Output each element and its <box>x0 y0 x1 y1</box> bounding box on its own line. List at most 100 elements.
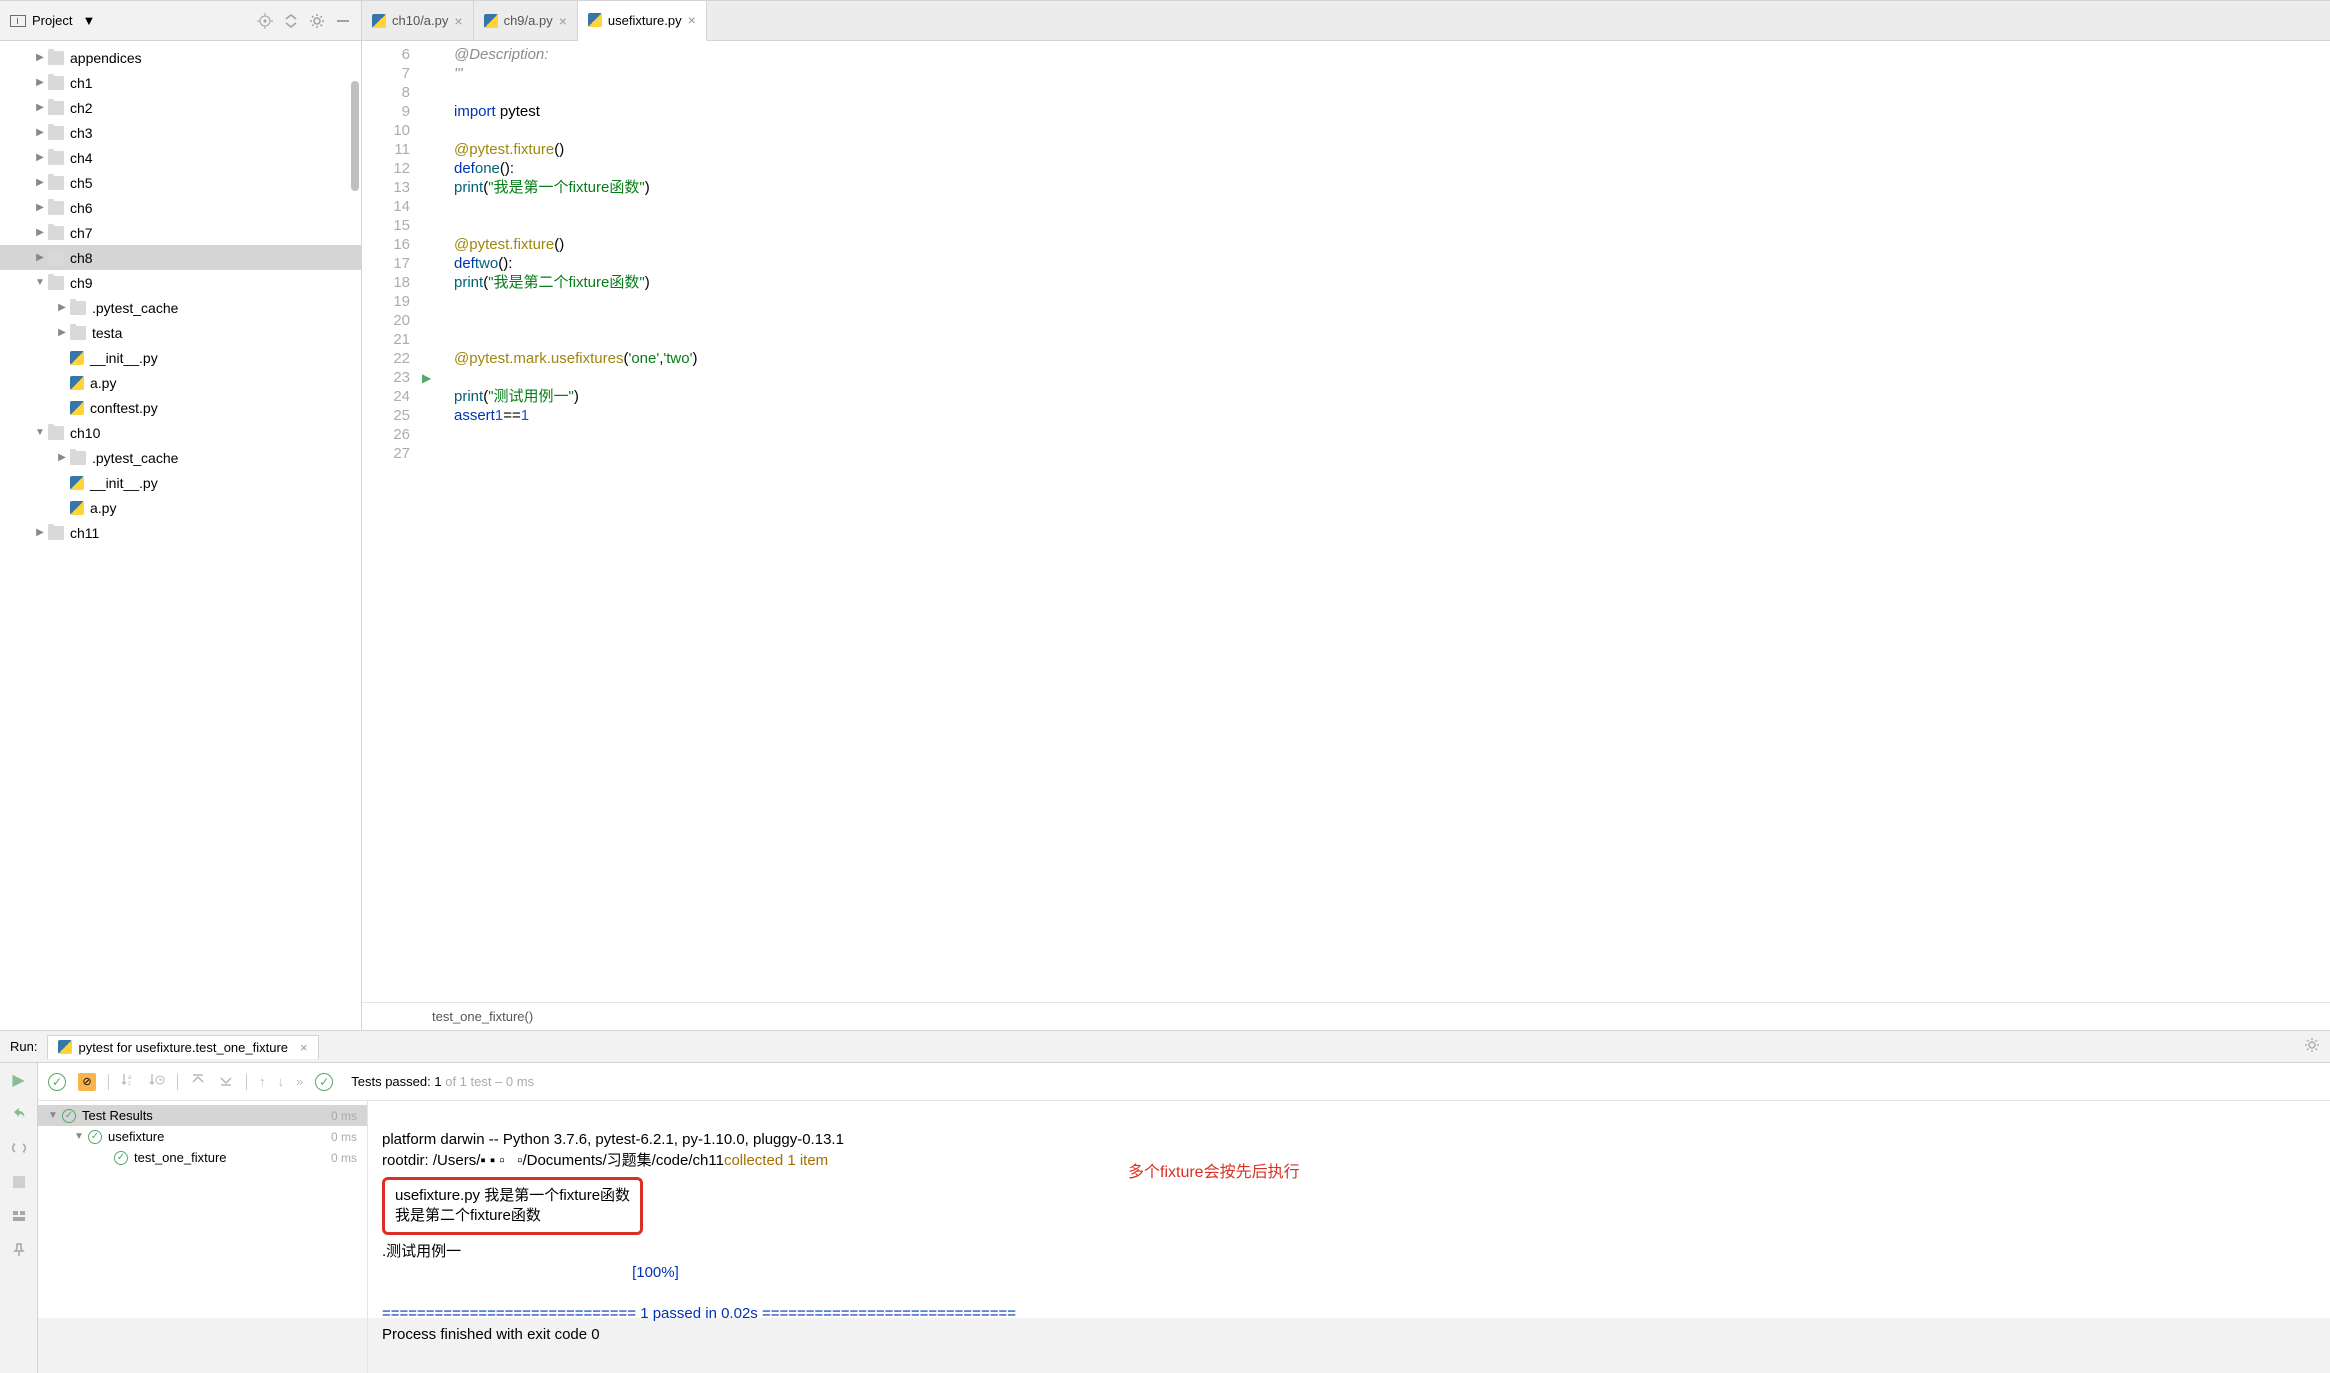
editor-body[interactable]: 6789101112131415161718192021222324252627… <box>362 41 2330 1002</box>
code-line[interactable]: ''' <box>454 64 2320 83</box>
more-icon[interactable]: » <box>296 1074 303 1089</box>
code-line[interactable]: assert 1==1 <box>454 406 2320 425</box>
chevron-icon[interactable]: ▶ <box>54 452 70 463</box>
run-line-icon[interactable]: ▶ <box>422 371 431 385</box>
chevron-icon[interactable]: ▼ <box>32 427 48 438</box>
run-config-tab[interactable]: pytest for usefixture.test_one_fixture × <box>47 1035 318 1059</box>
tree-item-a-py[interactable]: a.py <box>0 495 361 520</box>
code-line[interactable] <box>454 425 2320 444</box>
tree-item---init---py[interactable]: __init__.py <box>0 345 361 370</box>
code-line[interactable] <box>454 311 2320 330</box>
editor-tab-usefixture-py[interactable]: usefixture.py× <box>578 1 707 41</box>
console-output[interactable]: platform darwin -- Python 3.7.6, pytest-… <box>368 1101 2330 1373</box>
show-passed-icon[interactable]: ✓ <box>48 1073 66 1091</box>
tree-item--pytest-cache[interactable]: ▶.pytest_cache <box>0 295 361 320</box>
tree-item-ch7[interactable]: ▶ch7 <box>0 220 361 245</box>
chevron-icon[interactable]: ▶ <box>54 327 70 338</box>
hide-icon[interactable] <box>335 13 351 29</box>
tree-item-a-py[interactable]: a.py <box>0 370 361 395</box>
tree-item-ch9[interactable]: ▼ch9 <box>0 270 361 295</box>
tree-item-ch2[interactable]: ▶ch2 <box>0 95 361 120</box>
prev-failed-icon[interactable]: ↑ <box>259 1074 266 1089</box>
code-line[interactable] <box>454 292 2320 311</box>
close-icon[interactable]: × <box>454 13 462 29</box>
settings-gear-icon[interactable] <box>2304 1037 2320 1056</box>
tree-item-appendices[interactable]: ▶appendices <box>0 45 361 70</box>
tree-item-ch6[interactable]: ▶ch6 <box>0 195 361 220</box>
show-ignored-icon[interactable]: ⊘ <box>78 1073 96 1091</box>
tree-item-ch10[interactable]: ▼ch10 <box>0 420 361 445</box>
toggle-auto-icon[interactable] <box>10 1139 28 1157</box>
code-line[interactable] <box>454 83 2320 102</box>
rerun-failed-icon[interactable] <box>10 1105 28 1123</box>
code-line[interactable]: print("测试用例一") <box>454 387 2320 406</box>
test-tree-row[interactable]: ▼✓Test Results0 ms <box>38 1105 367 1126</box>
chevron-icon[interactable]: ▶ <box>32 77 48 88</box>
code-line[interactable] <box>454 444 2320 463</box>
next-failed-icon[interactable]: ↓ <box>278 1074 285 1089</box>
chevron-icon[interactable]: ▶ <box>32 52 48 63</box>
tree-item--pytest-cache[interactable]: ▶.pytest_cache <box>0 445 361 470</box>
settings-gear-icon[interactable] <box>309 13 325 29</box>
tree-item-ch1[interactable]: ▶ch1 <box>0 70 361 95</box>
tree-item-ch8[interactable]: ▶ch8 <box>0 245 361 270</box>
collapse-all-icon[interactable] <box>218 1072 234 1091</box>
tree-item-ch3[interactable]: ▶ch3 <box>0 120 361 145</box>
code-line[interactable]: @pytest.fixture() <box>454 235 2320 254</box>
editor-tab-ch10-a-py[interactable]: ch10/a.py× <box>362 1 474 40</box>
chevron-icon[interactable]: ▼ <box>74 1131 88 1142</box>
chevron-icon[interactable]: ▶ <box>32 202 48 213</box>
expand-all-icon[interactable] <box>190 1072 206 1091</box>
tree-item-ch11[interactable]: ▶ch11 <box>0 520 361 545</box>
code-line[interactable] <box>454 197 2320 216</box>
project-title[interactable]: Project ▼ <box>10 13 257 28</box>
tree-item---init---py[interactable]: __init__.py <box>0 470 361 495</box>
folder-icon <box>48 226 64 240</box>
locate-icon[interactable] <box>257 13 273 29</box>
code-line[interactable] <box>454 121 2320 140</box>
code-line[interactable]: def one(): <box>454 159 2320 178</box>
tree-item-ch5[interactable]: ▶ch5 <box>0 170 361 195</box>
chevron-icon[interactable]: ▶ <box>32 527 48 538</box>
chevron-icon[interactable]: ▶ <box>32 127 48 138</box>
close-icon[interactable]: × <box>300 1040 308 1055</box>
stop-icon[interactable] <box>10 1173 28 1191</box>
editor-tab-ch9-a-py[interactable]: ch9/a.py× <box>474 1 578 40</box>
expand-all-icon[interactable] <box>283 13 299 29</box>
sort-alpha-icon[interactable]: az <box>121 1072 137 1091</box>
breadcrumb-bar[interactable]: test_one_fixture() <box>362 1002 2330 1030</box>
chevron-icon[interactable]: ▼ <box>48 1110 62 1121</box>
code-content[interactable]: @Description:''' import pytest @pytest.f… <box>444 41 2330 1002</box>
chevron-icon[interactable]: ▶ <box>32 227 48 238</box>
tree-item-ch4[interactable]: ▶ch4 <box>0 145 361 170</box>
code-line[interactable]: def test_one_fixture(): <box>362 368 2330 387</box>
scrollbar-thumb[interactable] <box>351 81 359 191</box>
code-line[interactable] <box>454 330 2320 349</box>
code-line[interactable]: import pytest <box>454 102 2320 121</box>
test-tree-row[interactable]: ▼✓usefixture0 ms <box>38 1126 367 1147</box>
close-icon[interactable]: × <box>688 12 696 28</box>
chevron-icon[interactable]: ▼ <box>32 277 48 288</box>
code-line[interactable] <box>454 216 2320 235</box>
test-tree-row[interactable]: ✓test_one_fixture0 ms <box>38 1147 367 1168</box>
rerun-icon[interactable]: ▶ <box>10 1071 28 1089</box>
chevron-icon[interactable]: ▶ <box>54 302 70 313</box>
code-line[interactable]: @pytest.fixture() <box>454 140 2320 159</box>
project-tree[interactable]: ▶appendices▶ch1▶ch2▶ch3▶ch4▶ch5▶ch6▶ch7▶… <box>0 41 361 1030</box>
test-results-tree[interactable]: ▼✓Test Results0 ms▼✓usefixture0 ms✓test_… <box>38 1101 368 1373</box>
tree-item-testa[interactable]: ▶testa <box>0 320 361 345</box>
chevron-icon[interactable]: ▶ <box>32 102 48 113</box>
chevron-icon[interactable]: ▶ <box>32 177 48 188</box>
code-line[interactable]: @Description: <box>454 45 2320 64</box>
sort-duration-icon[interactable] <box>149 1072 165 1091</box>
layout-icon[interactable] <box>10 1207 28 1225</box>
pin-icon[interactable] <box>10 1241 28 1259</box>
code-line[interactable]: def two(): <box>454 254 2320 273</box>
code-line[interactable]: print("我是第二个fixture函数") <box>454 273 2320 292</box>
chevron-icon[interactable]: ▶ <box>32 152 48 163</box>
chevron-icon[interactable]: ▶ <box>32 252 48 263</box>
close-icon[interactable]: × <box>559 13 567 29</box>
code-line[interactable]: @pytest.mark.usefixtures('one','two') <box>454 349 2320 368</box>
tree-item-conftest-py[interactable]: conftest.py <box>0 395 361 420</box>
code-line[interactable]: print("我是第一个fixture函数") <box>454 178 2320 197</box>
